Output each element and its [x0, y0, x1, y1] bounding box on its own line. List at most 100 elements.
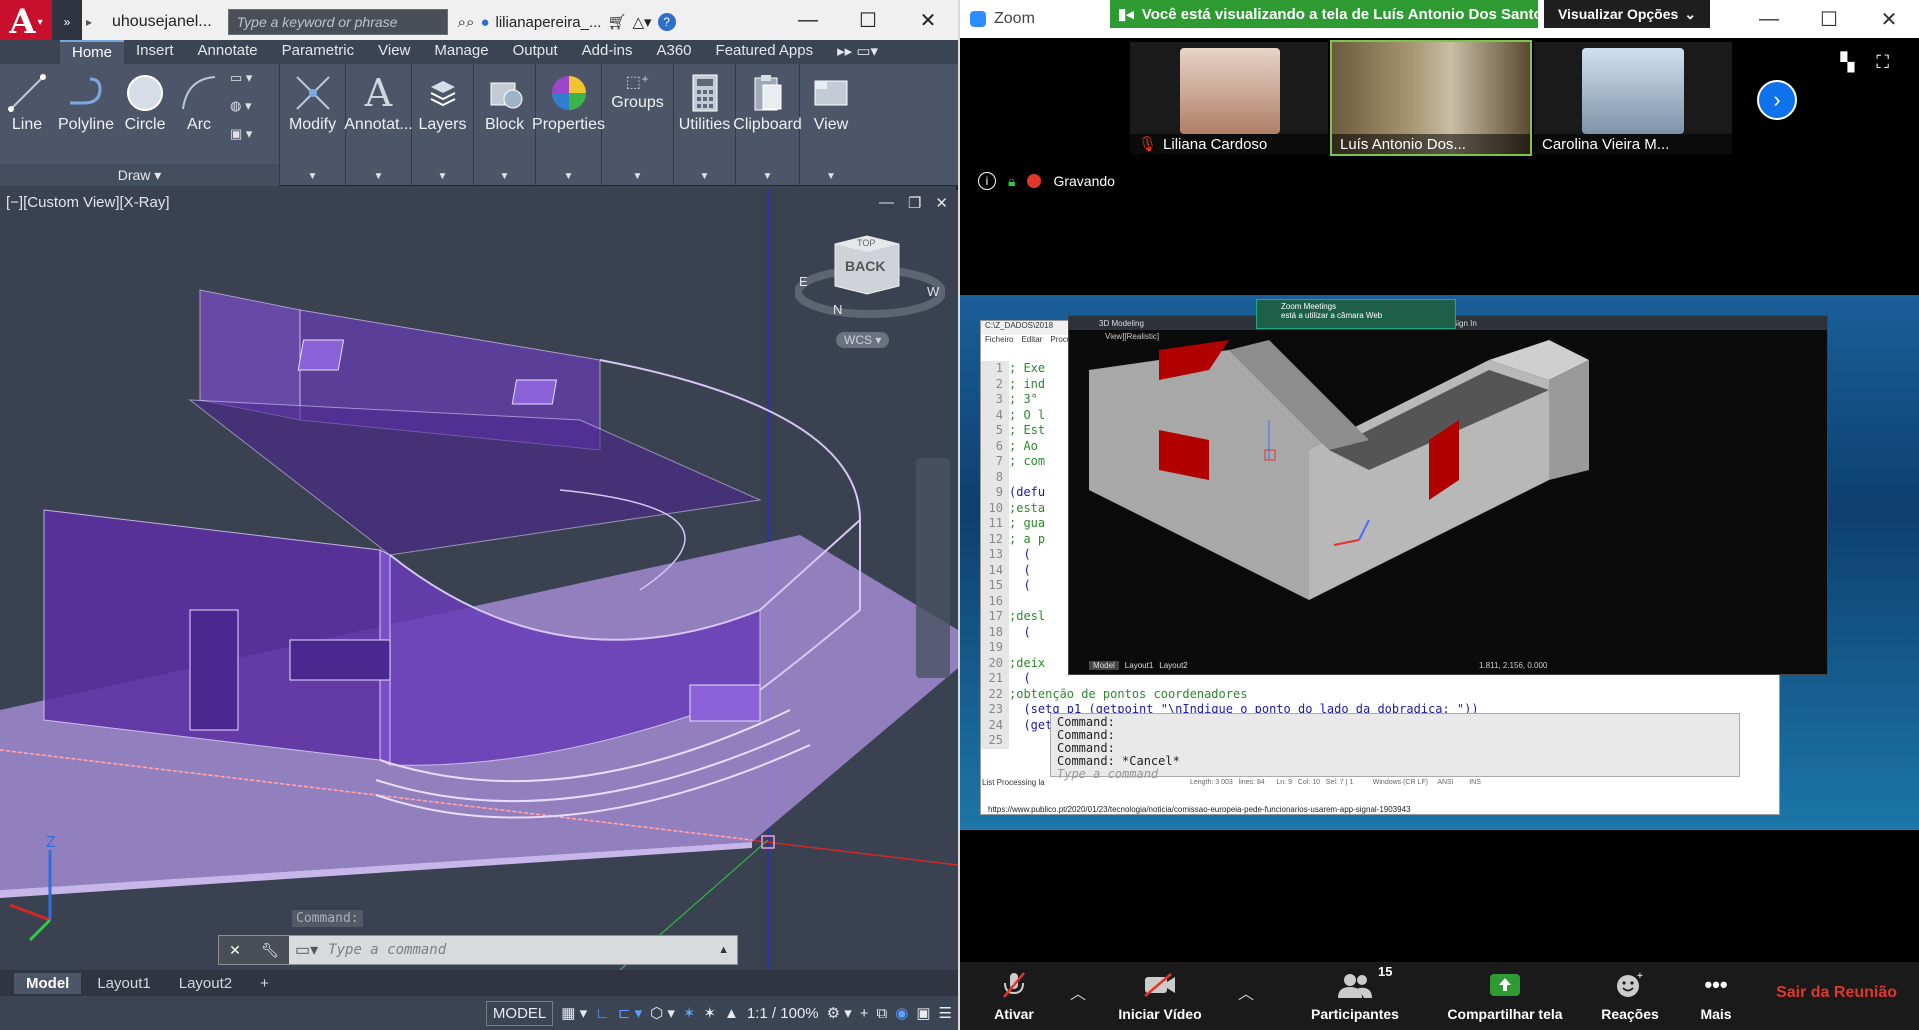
start-video-button[interactable]: Iniciar Vídeo: [1110, 970, 1210, 1022]
autocad-logo-button[interactable]: A ▾: [0, 0, 52, 44]
annotation-button[interactable]: A Annotat...: [344, 70, 413, 186]
tab-annotate[interactable]: Annotate: [186, 40, 270, 64]
reactions-button[interactable]: + Reações: [1590, 970, 1670, 1022]
search-input[interactable]: Type a keyword or phrase: [227, 9, 448, 35]
fullscreen-icon[interactable]: ⛶: [1876, 52, 1889, 73]
close-button[interactable]: ✕: [898, 0, 958, 40]
command-history-toggle-icon[interactable]: ▲: [718, 944, 737, 956]
cleanscreen-icon[interactable]: ▣: [916, 1004, 930, 1022]
isolate-icon[interactable]: ⧉: [877, 1005, 888, 1022]
command-prompt-icon[interactable]: ▭▾: [289, 940, 318, 960]
view-button[interactable]: View: [804, 70, 858, 186]
share-screen-button[interactable]: Compartilhar tela: [1430, 970, 1580, 1022]
layers-dropdown-icon[interactable]: ▼: [438, 171, 448, 182]
view-dropdown-icon[interactable]: ▼: [826, 171, 836, 182]
layout-tab-layout1[interactable]: Layout1: [85, 973, 162, 994]
more-button[interactable]: ••• Mais: [1686, 970, 1746, 1022]
command-line[interactable]: ✕ 🔧︎ ▭▾ Type a command ▲: [218, 935, 738, 965]
next-page-button[interactable]: ›: [1757, 80, 1797, 120]
clipboard-button[interactable]: Clipboard: [733, 70, 802, 186]
info-icon[interactable]: i: [978, 172, 996, 190]
unmute-button[interactable]: Ativar: [984, 970, 1044, 1022]
viewport-close-icon[interactable]: ✕: [935, 194, 948, 212]
annotation-scale-icon[interactable]: ▲: [724, 1005, 739, 1022]
annotation-dropdown-icon[interactable]: ▼: [374, 171, 384, 182]
lock-icon[interactable]: 🔒︎: [1008, 173, 1015, 190]
tab-arrow-icon[interactable]: ▸: [82, 0, 96, 44]
ortho-icon[interactable]: ⊏ ▾: [618, 1004, 642, 1022]
gallery-view-icon[interactable]: ▚: [1841, 52, 1855, 73]
participant-thumb-active-speaker[interactable]: Luís Antonio Dos...: [1330, 40, 1532, 156]
command-input[interactable]: Type a command: [318, 942, 718, 958]
tab-manage[interactable]: Manage: [422, 40, 500, 64]
minimize-button[interactable]: —: [778, 0, 838, 40]
snap-icon[interactable]: ∟: [595, 1005, 610, 1022]
video-options-chevron-icon[interactable]: ︿: [1238, 980, 1254, 1004]
annotation-visibility-icon[interactable]: ✶: [703, 1004, 716, 1022]
tab-addins[interactable]: Add-ins: [570, 40, 645, 64]
navigation-bar[interactable]: [916, 458, 950, 678]
help-icon[interactable]: ?: [657, 13, 676, 31]
layout-tab-layout2[interactable]: Layout2: [167, 973, 244, 994]
groups-dropdown-icon[interactable]: ▼: [633, 171, 643, 182]
add-icon[interactable]: +: [860, 1005, 869, 1022]
tab-a360[interactable]: A360: [644, 40, 703, 64]
utilities-dropdown-icon[interactable]: ▼: [700, 171, 710, 182]
binoculars-icon[interactable]: ⌕⌕: [458, 14, 475, 31]
model-space-button[interactable]: MODEL: [485, 1000, 554, 1026]
block-dropdown-icon[interactable]: ▼: [500, 171, 510, 182]
zoom-close-button[interactable]: ✕: [1859, 0, 1919, 38]
tab-view[interactable]: View: [366, 40, 422, 64]
hardware-accel-icon[interactable]: ◉: [895, 1004, 908, 1022]
tab-insert[interactable]: Insert: [124, 40, 186, 64]
rectangle-icon[interactable]: ▭ ▾: [230, 70, 252, 86]
zoom-minimize-button[interactable]: —: [1739, 0, 1799, 38]
scale-dropdown[interactable]: 1:1 / 100%: [747, 1005, 819, 1022]
isometric-icon[interactable]: ⬡ ▾: [650, 1004, 675, 1022]
participant-thumb[interactable]: Carolina Vieira M...: [1534, 42, 1732, 154]
viewport-label[interactable]: [−][Custom View][X-Ray]: [6, 194, 170, 211]
leave-meeting-button[interactable]: Sair da Reunião: [1776, 984, 1897, 1002]
customize-menu-icon[interactable]: ☰: [939, 1004, 952, 1022]
tab-parametric[interactable]: Parametric: [270, 40, 367, 64]
a360-icon[interactable]: △▾: [632, 13, 651, 31]
viewcube[interactable]: BACK TOP W E N: [794, 230, 946, 320]
participant-thumb[interactable]: 🎙︎ Liliana Cardoso: [1130, 42, 1328, 154]
groups-button[interactable]: ⬚⁺ Groups: [607, 70, 667, 186]
modify-dropdown-icon[interactable]: ▼: [308, 171, 318, 182]
layers-button[interactable]: Layers: [414, 70, 470, 186]
viewport-minimize-icon[interactable]: —: [879, 194, 894, 212]
quick-access-expand-icon[interactable]: »: [52, 0, 82, 44]
command-close-icon[interactable]: ✕: [229, 942, 241, 959]
tab-output[interactable]: Output: [501, 40, 570, 64]
viewport-restore-icon[interactable]: ❐: [908, 194, 921, 212]
command-customize-icon[interactable]: 🔧︎: [261, 942, 279, 959]
block-button[interactable]: Block: [478, 70, 532, 186]
clipboard-dropdown-icon[interactable]: ▼: [763, 171, 773, 182]
osnap-icon[interactable]: ✶: [683, 1004, 696, 1022]
properties-button[interactable]: Properties: [532, 70, 605, 186]
zoom-maximize-button[interactable]: ☐: [1799, 0, 1859, 38]
modify-button[interactable]: Modify: [285, 70, 340, 186]
file-tab-title[interactable]: uhousejanel...: [96, 13, 222, 31]
maximize-button[interactable]: ☐: [838, 0, 898, 40]
properties-dropdown-icon[interactable]: ▼: [564, 171, 574, 182]
drawing-viewport[interactable]: Z [−][Custom View][X-Ray] — ❐ ✕ BACK TOP: [0, 190, 958, 970]
add-layout-icon[interactable]: +: [248, 973, 281, 994]
hatch-icon[interactable]: ◍ ▾: [230, 98, 252, 114]
utilities-button[interactable]: Utilities: [675, 70, 735, 186]
workspace-gear-icon[interactable]: ⚙ ▾: [827, 1004, 852, 1022]
audio-options-chevron-icon[interactable]: ︿: [1070, 980, 1086, 1004]
view-options-button[interactable]: Visualizar Opções ⌄: [1544, 0, 1710, 28]
wcs-menu[interactable]: WCS ▾: [836, 332, 890, 348]
tab-home[interactable]: Home: [60, 40, 125, 64]
cart-icon[interactable]: 🛒︎: [607, 13, 626, 31]
draw-footer[interactable]: Draw ▾: [0, 164, 279, 186]
grid-icon[interactable]: ▦ ▾: [561, 1004, 587, 1022]
ribbon-more-icon[interactable]: ▸▸ ▭▾: [825, 40, 890, 64]
layout-tab-model[interactable]: Model: [14, 972, 82, 994]
participants-button[interactable]: 15 Participantes: [1300, 964, 1410, 1022]
region-icon[interactable]: ▣ ▾: [230, 126, 252, 142]
tab-featured-apps[interactable]: Featured Apps: [704, 40, 826, 64]
user-account[interactable]: ⌕⌕ ● lilianapereira_... 🛒︎ △▾ ?: [458, 13, 676, 31]
